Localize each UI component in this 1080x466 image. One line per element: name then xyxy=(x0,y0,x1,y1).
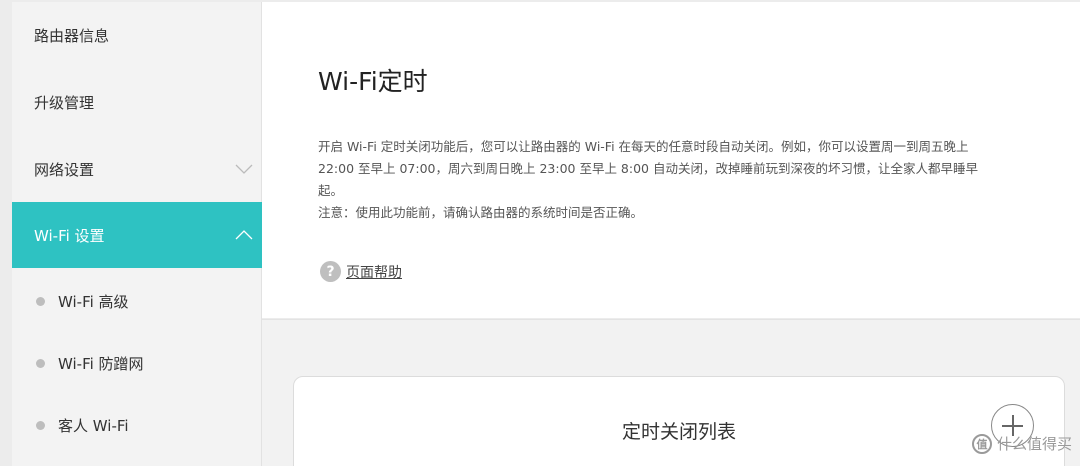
card-title: 定时关闭列表 xyxy=(621,421,736,443)
bullet-dot-icon xyxy=(36,296,45,306)
sidebar-item-router-info[interactable]: 路由器信息 xyxy=(12,2,262,68)
description-line: 22:00 至早上 07:00，周六到周日晚上 23:00 至早上 8:00 自… xyxy=(318,161,978,176)
sidebar-item-upgrade[interactable]: 升级管理 xyxy=(12,69,262,135)
main-header-panel: Wi-Fi定时 开启 Wi-Fi 定时关闭功能后，您可以让路由器的 Wi-Fi … xyxy=(262,2,1080,318)
watermark: 值 什么值得买 xyxy=(971,433,1072,454)
page-help-link[interactable]: ? 页面帮助 xyxy=(320,261,402,282)
page-title: Wi-Fi定时 xyxy=(318,67,428,96)
page-description: 开启 Wi-Fi 定时关闭功能后，您可以让路由器的 Wi-Fi 在每天的任意时段… xyxy=(318,136,1048,224)
sidebar-item-label: 网络设置 xyxy=(34,160,95,179)
chevron-up-icon xyxy=(235,230,253,240)
watermark-text: 什么值得买 xyxy=(996,435,1072,453)
sidebar: 路由器信息 升级管理 网络设置 Wi-Fi 设置 Wi-Fi 高级 Wi-Fi … xyxy=(12,2,262,466)
bullet-dot-icon xyxy=(36,420,45,430)
chevron-down-icon xyxy=(235,164,253,174)
sidebar-subitem-wifi-anti-leech[interactable]: Wi-Fi 防蹭网 xyxy=(12,332,262,394)
page-help-label: 页面帮助 xyxy=(346,264,402,281)
sidebar-item-wifi-settings[interactable]: Wi-Fi 设置 xyxy=(12,202,262,268)
schedule-list-card: 定时关闭列表 xyxy=(293,376,1065,466)
sidebar-item-label: 升级管理 xyxy=(34,93,95,112)
sidebar-item-network-settings[interactable]: 网络设置 xyxy=(12,136,262,202)
description-line: 开启 Wi-Fi 定时关闭功能后，您可以让路由器的 Wi-Fi 在每天的任意时段… xyxy=(318,139,969,154)
watermark-logo-icon: 值 xyxy=(971,433,992,454)
question-icon: ? xyxy=(320,261,341,282)
sidebar-subitem-label: Wi-Fi 防蹭网 xyxy=(58,354,144,373)
main-content-area: 定时关闭列表 xyxy=(262,319,1080,466)
sidebar-subitem-guest-wifi[interactable]: 客人 Wi-Fi xyxy=(12,394,262,456)
description-line: 起。 xyxy=(318,183,344,198)
sidebar-subitem-wifi-advanced[interactable]: Wi-Fi 高级 xyxy=(12,270,262,332)
sidebar-item-label: Wi-Fi 设置 xyxy=(34,226,105,245)
bullet-dot-icon xyxy=(36,358,45,368)
sidebar-subitem-label: Wi-Fi 高级 xyxy=(58,292,129,311)
sidebar-subitem-label: 客人 Wi-Fi xyxy=(58,416,129,435)
sidebar-item-label: 路由器信息 xyxy=(34,26,110,45)
note-text: 注意：使用此功能前，请确认路由器的系统时间是否正确。 xyxy=(318,205,644,220)
